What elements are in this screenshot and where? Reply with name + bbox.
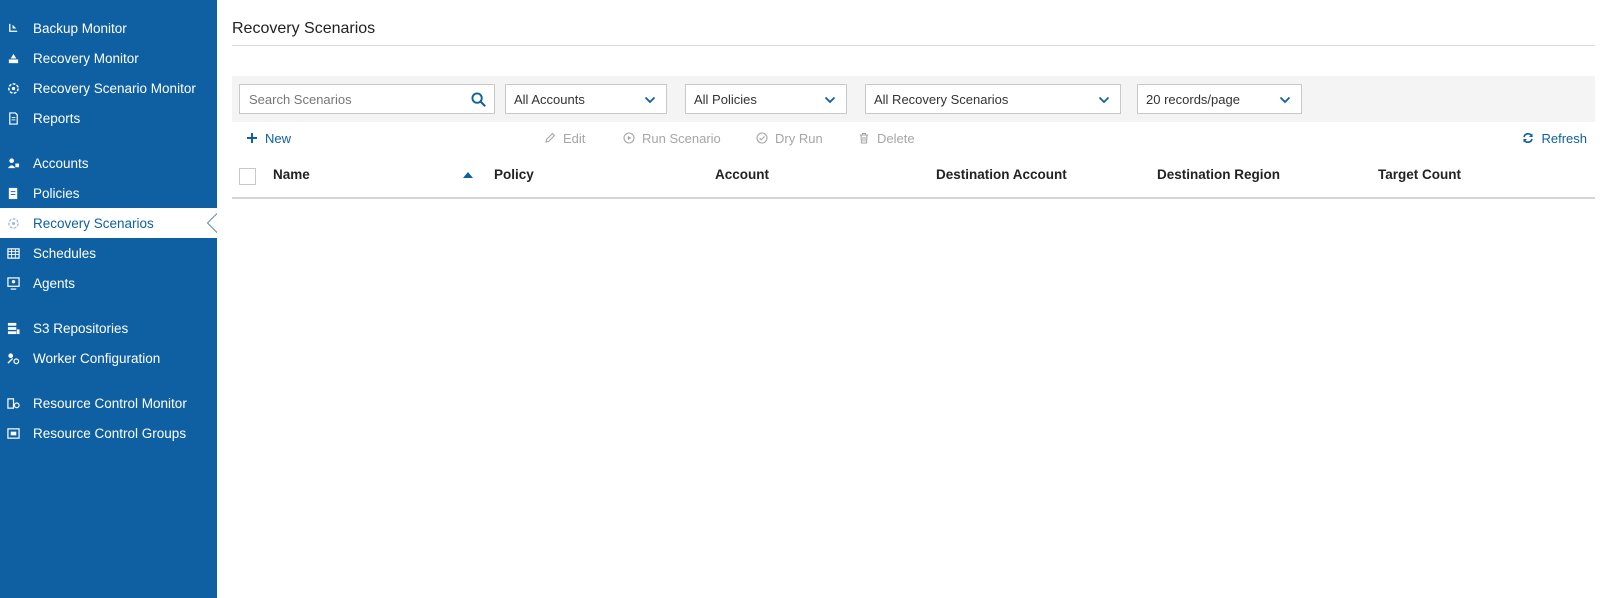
nav-separator <box>0 298 217 313</box>
run-scenario-button-label: Run Scenario <box>642 130 721 146</box>
sidebar-item-policies[interactable]: Policies <box>0 178 217 208</box>
accounts-dropdown-value: All Accounts <box>514 92 585 107</box>
sidebar-item-label: Policies <box>33 185 80 201</box>
delete-button-label: Delete <box>877 130 915 146</box>
sidebar-item-backup-monitor[interactable]: Backup Monitor <box>0 13 217 43</box>
backup-monitor-icon <box>6 21 20 35</box>
refresh-icon <box>1523 133 1534 143</box>
sidebar-item-label: Schedules <box>33 245 97 261</box>
select-all-checkbox[interactable] <box>239 168 256 185</box>
chevron-down-icon <box>644 96 656 104</box>
worker-configuration-icon <box>6 351 20 365</box>
sidebar-item-label: Reports <box>33 110 81 126</box>
sidebar-item-worker-configuration[interactable]: Worker Configuration <box>0 343 217 373</box>
dry-run-button-label: Dry Run <box>775 130 823 146</box>
nav-separator <box>0 373 217 388</box>
refresh-button[interactable]: Refresh <box>1522 128 1587 148</box>
policies-icon <box>6 186 20 200</box>
recovery-scenarios-dropdown[interactable]: All Recovery Scenarios <box>865 84 1121 114</box>
sidebar-item-label: Recovery Scenarios <box>33 215 154 231</box>
title-divider <box>232 45 1595 46</box>
column-header-policy[interactable]: Policy <box>494 167 534 182</box>
page-size-dropdown-value: 20 records/page <box>1146 92 1240 107</box>
sidebar-item-label: Resource Control Monitor <box>33 395 187 411</box>
sidebar-item-label: S3 Repositories <box>33 320 129 336</box>
pencil-icon <box>545 132 556 143</box>
sort-ascending-icon[interactable] <box>463 171 473 178</box>
page-title: Recovery Scenarios <box>232 20 376 37</box>
sidebar-item-recovery-scenarios[interactable]: Recovery Scenarios <box>0 208 217 238</box>
new-button[interactable]: New <box>246 128 291 148</box>
sidebar-item-label: Accounts <box>33 155 89 171</box>
s3-repositories-icon <box>6 321 20 335</box>
sidebar-item-label: Recovery Monitor <box>33 50 139 66</box>
recovery-scenarios-dropdown-value: All Recovery Scenarios <box>874 92 1009 107</box>
column-header-destination-region[interactable]: Destination Region <box>1157 167 1280 182</box>
sidebar-item-s3-repositories[interactable]: S3 Repositories <box>0 313 217 343</box>
table-header: Name Policy Account Destination Account … <box>232 160 1595 199</box>
sidebar-item-label: Resource Control Groups <box>33 425 187 441</box>
sidebar-item-label: Worker Configuration <box>33 350 161 366</box>
check-circle-icon <box>756 132 768 144</box>
column-header-name[interactable]: Name <box>273 167 310 182</box>
plus-icon <box>247 133 257 143</box>
chevron-down-icon <box>824 96 836 104</box>
play-circle-icon <box>623 132 635 144</box>
policies-dropdown[interactable]: All Policies <box>685 84 847 114</box>
filter-bar: All Accounts All Policies All Recovery S… <box>232 76 1595 122</box>
sidebar-item-label: Backup Monitor <box>33 20 127 36</box>
main-content: Recovery Scenarios All Accounts All Poli… <box>217 0 1600 598</box>
policies-dropdown-value: All Policies <box>694 92 757 107</box>
column-header-destination-account[interactable]: Destination Account <box>936 167 1067 182</box>
chevron-down-icon <box>1279 96 1291 104</box>
sidebar-item-resource-control-monitor[interactable]: Resource Control Monitor <box>0 388 217 418</box>
toolbar: New Edit Run Scenario Dry Run Delete Ref… <box>232 128 1595 148</box>
sidebar-item-label: Recovery Scenario Monitor <box>33 80 196 96</box>
schedules-icon <box>6 246 20 260</box>
edit-button-label: Edit <box>563 130 586 146</box>
agents-icon <box>6 276 20 290</box>
sidebar-item-recovery-monitor[interactable]: Recovery Monitor <box>0 43 217 73</box>
sidebar-item-label: Agents <box>33 275 76 291</box>
recovery-scenario-monitor-icon <box>6 81 20 95</box>
search-input[interactable] <box>240 85 460 113</box>
recovery-scenarios-icon <box>6 216 20 230</box>
sidebar-item-schedules[interactable]: Schedules <box>0 238 217 268</box>
column-header-target-count[interactable]: Target Count <box>1378 167 1461 182</box>
sidebar-item-resource-control-groups[interactable]: Resource Control Groups <box>0 418 217 448</box>
resource-control-monitor-icon <box>6 396 20 410</box>
chevron-down-icon <box>1098 96 1110 104</box>
trash-icon <box>860 132 868 144</box>
accounts-dropdown[interactable]: All Accounts <box>505 84 667 114</box>
sidebar: Backup Monitor Recovery Monitor Recovery… <box>0 0 217 598</box>
search-box <box>239 84 495 114</box>
delete-button[interactable]: Delete <box>858 128 915 148</box>
new-button-label: New <box>265 130 292 146</box>
resource-control-groups-icon <box>6 426 20 440</box>
search-icon[interactable] <box>471 92 486 107</box>
sidebar-item-accounts[interactable]: Accounts <box>0 148 217 178</box>
edit-button[interactable]: Edit <box>544 128 585 148</box>
column-header-account[interactable]: Account <box>715 167 769 182</box>
page-size-dropdown[interactable]: 20 records/page <box>1137 84 1302 114</box>
sidebar-item-reports[interactable]: Reports <box>0 103 217 133</box>
sidebar-item-agents[interactable]: Agents <box>0 268 217 298</box>
recovery-monitor-icon <box>6 51 20 65</box>
sidebar-item-recovery-scenario-monitor[interactable]: Recovery Scenario Monitor <box>0 73 217 103</box>
accounts-icon <box>6 156 20 170</box>
reports-icon <box>6 111 20 125</box>
nav-separator <box>0 133 217 148</box>
dry-run-button[interactable]: Dry Run <box>756 128 823 148</box>
refresh-button-label: Refresh <box>1541 130 1587 146</box>
run-scenario-button[interactable]: Run Scenario <box>623 128 721 148</box>
